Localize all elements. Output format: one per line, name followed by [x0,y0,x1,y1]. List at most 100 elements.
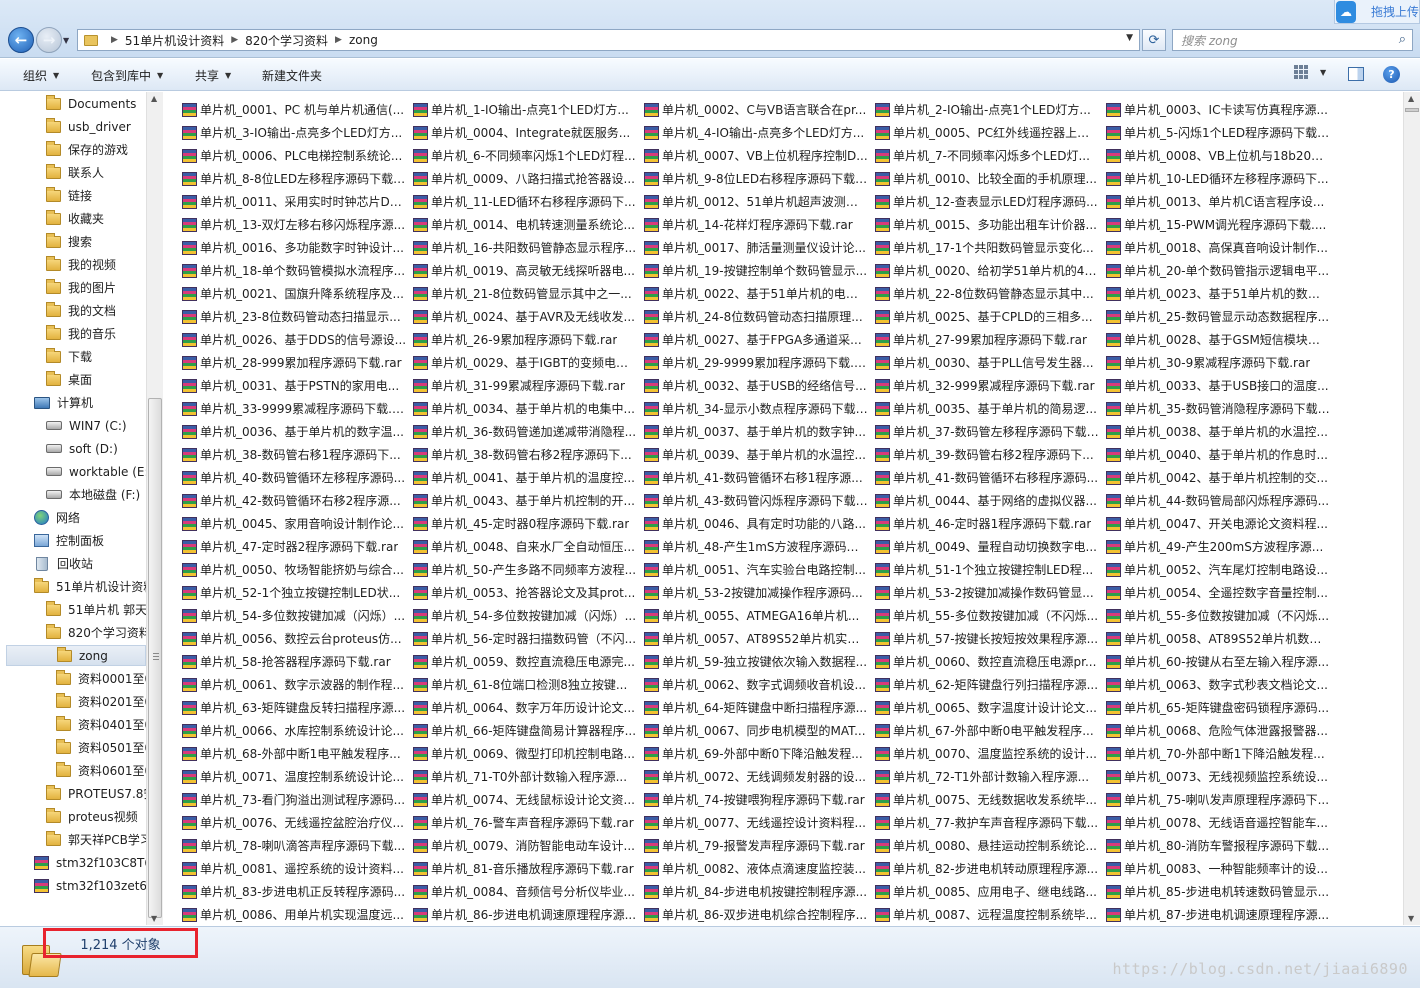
file-item[interactable]: 单片机_46-定时器1程序源码下载.rar [875,512,1106,535]
file-item[interactable]: 单片机_0006、PLC电梯控制系统论... [182,144,413,167]
file-item[interactable]: 单片机_35-数码管消隐程序源码下载.... [1106,397,1337,420]
file-item[interactable]: 单片机_3-IO输出-点亮多个LED灯方... [182,121,413,144]
file-item[interactable]: 单片机_0074、无线鼠标设计论文资... [413,788,644,811]
file-item[interactable]: 单片机_59-独立按键依次输入数据程... [644,650,875,673]
address-field[interactable]: ▶ 51单片机设计资料 ▶ 820个学习资料 ▶ zong ▼ [77,29,1140,51]
file-item[interactable]: 单片机_0004、Integrate就医服务... [413,121,644,144]
file-item[interactable]: 单片机_13-双灯左移右移闪烁程序源... [182,213,413,236]
file-item[interactable]: 单片机_0039、基于单片机的水温控... [644,443,875,466]
file-item[interactable]: 单片机_38-数码管右移1程序源码下... [182,443,413,466]
sidebar-item[interactable]: 收藏夹 [46,208,104,229]
file-item[interactable]: 单片机_0019、高灵敏无线探听器电... [413,259,644,282]
file-item[interactable]: 单片机_0060、数控直流稳压电源pr... [875,650,1106,673]
file-item[interactable]: 单片机_0070、温度监控系统的设计... [875,742,1106,765]
forward-button[interactable]: → [36,27,62,53]
file-item[interactable]: 单片机_0028、基于GSM短信模块的... [1106,328,1337,351]
file-item[interactable]: 单片机_0076、无线遥控盆腔治疗仪... [182,811,413,834]
file-item[interactable]: 单片机_0038、基于单片机的水温控... [1106,420,1337,443]
file-item[interactable]: 单片机_1-IO输出-点亮1个LED灯方... [413,98,644,121]
file-item[interactable]: 单片机_22-8位数码管静态显示其中... [875,282,1106,305]
file-item[interactable]: 单片机_0024、基于AVR及无线收发... [413,305,644,328]
file-item[interactable]: 单片机_55-多位数按键加减（不闪烁... [1106,604,1337,627]
file-item[interactable]: 单片机_0001、PC 机与单片机通信(... [182,98,413,121]
file-item[interactable]: 单片机_73-看门狗溢出测试程序源码... [182,788,413,811]
file-item[interactable]: 单片机_44-数码管局部闪烁程序源码... [1106,489,1337,512]
file-item[interactable]: 单片机_0007、VB上位机程序控制D... [644,144,875,167]
sidebar-item[interactable]: stm32f103zet6 [34,875,147,896]
scroll-down-icon[interactable]: ▼ [151,914,157,923]
file-item[interactable]: 单片机_0020、给初学51单片机的40... [875,259,1106,282]
file-item[interactable]: 单片机_0072、无线调频发射器的设... [644,765,875,788]
file-item[interactable]: 单片机_0021、国旗升降系统程序及... [182,282,413,305]
file-item[interactable]: 单片机_65-矩阵键盘密码锁程序源码... [1106,696,1337,719]
file-item[interactable]: 单片机_0027、基于FPGA多通道采... [644,328,875,351]
sidebar-item[interactable]: 51单片机 郭天祥 [46,599,159,620]
breadcrumb-separator-icon[interactable]: ▶ [111,35,118,45]
file-item[interactable]: 单片机_21-8位数码管显示其中之一... [413,282,644,305]
file-item[interactable]: 单片机_0087、远程温度控制系统毕... [875,903,1106,925]
sidebar-item[interactable]: WIN7 (C:) [46,415,127,436]
file-item[interactable]: 单片机_66-矩阵键盘简易计算器程序... [413,719,644,742]
organize-menu[interactable]: 组织 ▼ [23,67,59,84]
file-item[interactable]: 单片机_23-8位数码管动态扫描显示... [182,305,413,328]
file-item[interactable]: 单片机_80-消防车警报程序源码下载... [1106,834,1337,857]
file-item[interactable]: 单片机_30-9累减程序源码下载.rar [1106,351,1337,374]
file-list-scrollbar[interactable]: ▲ ▼ [1403,92,1420,925]
file-item[interactable]: 单片机_4-IO输出-点亮多个LED灯方... [644,121,875,144]
file-item[interactable]: 单片机_20-单个数码管指示逻辑电平... [1106,259,1337,282]
file-item[interactable]: 单片机_81-音乐播放程序源码下载.rar [413,857,644,880]
file-item[interactable]: 单片机_0052、汽车尾灯控制电路设... [1106,558,1337,581]
address-history-dropdown-icon[interactable]: ▼ [1126,33,1133,43]
scrollbar-thumb[interactable] [148,398,162,918]
file-item[interactable]: 单片机_17-1个共阳数码管显示变化... [875,236,1106,259]
sidebar-item[interactable]: 51单片机设计资料 [34,576,155,597]
sidebar-item[interactable]: 我的图片 [46,277,116,298]
sidebar-item[interactable]: 本地磁盘 (F:) [46,484,140,505]
sidebar-item[interactable]: proteus视频 [46,806,138,827]
file-item[interactable]: 单片机_76-警车声音程序源码下载.rar [413,811,644,834]
file-item[interactable]: 单片机_0050、牧场智能挤奶与综合... [182,558,413,581]
sidebar-item[interactable]: 控制面板 [34,530,104,551]
file-item[interactable]: 单片机_0009、八路扫描式抢答器设... [413,167,644,190]
file-item[interactable]: 单片机_0078、无线语音遥控智能车... [1106,811,1337,834]
file-item[interactable]: 单片机_11-LED循环右移程序源码下... [413,190,644,213]
file-item[interactable]: 单片机_58-抢答器程序源码下载.rar [182,650,413,673]
file-item[interactable]: 单片机_0035、基于单片机的简易逻... [875,397,1106,420]
file-item[interactable]: 单片机_0051、汽车实验台电路控制... [644,558,875,581]
file-item[interactable]: 单片机_0081、遥控系统的设计资料... [182,857,413,880]
file-item[interactable]: 单片机_0058、AT89S52单片机数控... [1106,627,1337,650]
file-item[interactable]: 单片机_0041、基于单片机的温度控... [413,466,644,489]
file-item[interactable]: 单片机_0017、肺活量测量仪设计论... [644,236,875,259]
file-item[interactable]: 单片机_8-8位LED左移程序源码下载.... [182,167,413,190]
file-item[interactable]: 单片机_37-数码管左移程序源码下载.... [875,420,1106,443]
file-item[interactable]: 单片机_27-99累加程序源码下载.rar [875,328,1106,351]
sidebar-item[interactable]: 我的视频 [46,254,116,275]
file-item[interactable]: 单片机_69-外部中断0下降沿触发程... [644,742,875,765]
file-item[interactable]: 单片机_0064、数字万年历设计论文... [413,696,644,719]
sidebar-item[interactable]: soft (D:) [46,438,118,459]
file-item[interactable]: 单片机_0075、无线数据收发系统毕... [875,788,1106,811]
file-item[interactable]: 单片机_0054、全遥控数字音量控制... [1106,581,1337,604]
file-item[interactable]: 单片机_0036、基于单片机的数字温... [182,420,413,443]
file-item[interactable]: 单片机_47-定时器2程序源码下载.rar [182,535,413,558]
file-item[interactable]: 单片机_0062、数字式调频收音机设... [644,673,875,696]
file-item[interactable]: 单片机_12-查表显示LED灯程序源码... [875,190,1106,213]
file-item[interactable]: 单片机_74-按键喂狗程序源码下载.rar [644,788,875,811]
file-item[interactable]: 单片机_0083、一种智能频率计的设... [1106,857,1337,880]
file-item[interactable]: 单片机_84-步进电机按键控制程序源... [644,880,875,903]
file-item[interactable]: 单片机_79-报警发声程序源码下载.rar [644,834,875,857]
new-folder-button[interactable]: 新建文件夹 [262,67,322,84]
file-item[interactable]: 单片机_0037、基于单片机的数字钟... [644,420,875,443]
file-item[interactable]: 单片机_0061、数字示波器的制作程... [182,673,413,696]
file-item[interactable]: 单片机_0034、基于单片机的电集中... [413,397,644,420]
file-item[interactable]: 单片机_72-T1外部计数输入程序源... [875,765,1106,788]
sidebar-item[interactable]: zong [6,645,146,666]
file-item[interactable]: 单片机_0030、基于PLL信号发生器... [875,351,1106,374]
file-item[interactable]: 单片机_0085、应用电子、继电线路... [875,880,1106,903]
file-item[interactable]: 单片机_70-外部中断1下降沿触发程... [1106,742,1337,765]
file-item[interactable]: 单片机_64-矩阵键盘中断扫描程序源... [644,696,875,719]
file-item[interactable]: 单片机_0003、IC卡读写仿真程序源... [1106,98,1337,121]
file-item[interactable]: 单片机_50-产生多路不同频率方波程... [413,558,644,581]
file-item[interactable]: 单片机_60-按键从右至左输入程序源... [1106,650,1337,673]
file-item[interactable]: 单片机_0002、C与VB语言联合在pr... [644,98,875,121]
